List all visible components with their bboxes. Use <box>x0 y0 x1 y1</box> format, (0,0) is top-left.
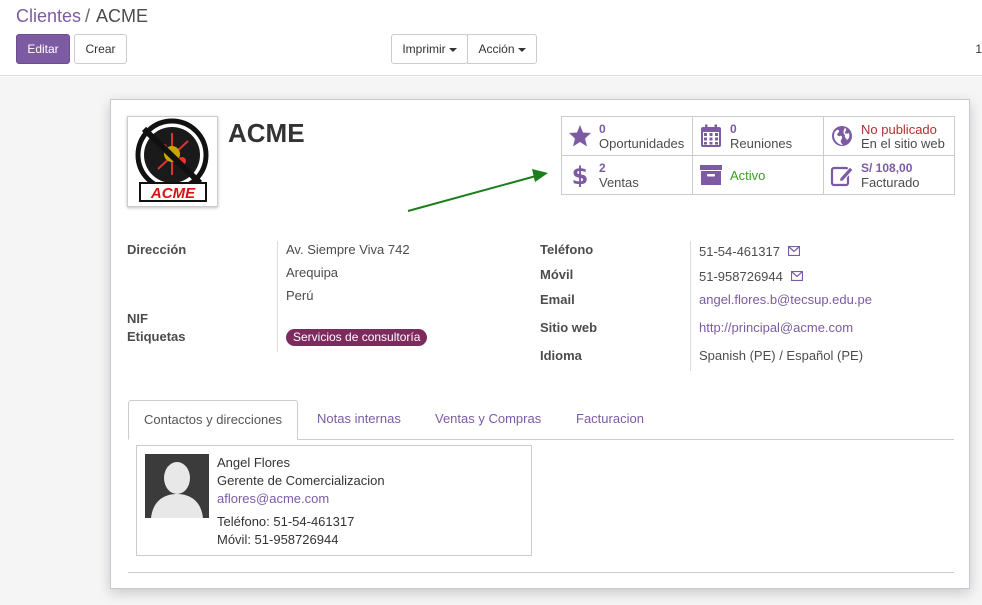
tab-internal-notes[interactable]: Notas internas <box>302 400 416 440</box>
tab-contacts-addresses[interactable]: Contactos y direcciones <box>128 400 299 440</box>
create-button[interactable]: Crear <box>74 34 127 64</box>
invoiced-button[interactable]: S/ 108,00 Facturado <box>824 156 955 195</box>
envelope-icon[interactable] <box>788 246 800 256</box>
contact-function: Gerente de Comercializacion <box>217 473 385 488</box>
pager-value[interactable]: 1 <box>975 42 982 56</box>
contact-phone: Teléfono: 51-54-461317 <box>217 514 355 529</box>
mobile-label: Móvil <box>540 267 574 282</box>
breadcrumb-clientes-link[interactable]: Clientes <box>16 6 81 26</box>
dollar-icon: $ <box>572 163 589 187</box>
language-label: Idioma <box>540 348 582 363</box>
active-toggle-button[interactable]: Activo <box>693 156 824 195</box>
breadcrumb: Clientes / ACME <box>16 6 148 27</box>
action-dropdown-button[interactable]: Acción <box>467 34 537 64</box>
contact-mobile: Móvil: 51-958726944 <box>217 532 339 547</box>
breadcrumb-current: ACME <box>96 6 149 26</box>
form-sheet: ACME ACME 0 Oportunidades 0 Reuniones No… <box>110 99 970 589</box>
website-link[interactable]: http://principal@acme.com <box>699 320 853 335</box>
address-city: Arequipa <box>286 265 339 280</box>
website-field-label: Sitio web <box>540 320 598 335</box>
print-label: Imprimir <box>402 42 446 56</box>
address-street: Av. Siempre Viva 742 <box>286 242 410 257</box>
tab-invoicing[interactable]: Facturacion <box>561 400 659 440</box>
partner-logo[interactable]: ACME <box>127 116 218 207</box>
smart-button-box: 0 Oportunidades 0 Reuniones No publicado… <box>561 116 955 195</box>
phone-label: Teléfono <box>540 242 594 257</box>
archive-icon <box>700 165 722 185</box>
invoiced-label: Facturado <box>861 175 920 190</box>
website-status: No publicado <box>861 122 937 137</box>
edit-icon <box>830 166 854 187</box>
sales-button[interactable]: $ 2 Ventas <box>562 156 693 195</box>
tags-label: Etiquetas <box>127 329 186 344</box>
sales-count: 2 <box>599 161 606 175</box>
website-publish-button[interactable]: No publicado En el sitio web <box>824 117 955 156</box>
website-label: En el sitio web <box>861 136 945 151</box>
person-placeholder-icon <box>145 454 209 518</box>
edit-button[interactable]: Editar <box>16 34 70 64</box>
opportunities-button[interactable]: 0 Oportunidades <box>562 117 693 156</box>
svg-text:$: $ <box>572 163 589 187</box>
vat-label: NIF <box>127 311 148 326</box>
meetings-count: 0 <box>730 122 737 136</box>
contact-email-link[interactable]: aflores@acme.com <box>217 491 329 506</box>
invoiced-amount: S/ 108,00 <box>861 161 913 175</box>
meetings-button[interactable]: 0 Reuniones <box>693 117 824 156</box>
address-label: Dirección <box>127 242 187 257</box>
language-value: Spanish (PE) / Español (PE) <box>699 348 864 363</box>
meetings-label: Reuniones <box>730 136 793 151</box>
control-panel: Clientes / ACME Editar Crear Imprimir Acci… <box>0 0 982 76</box>
contact-avatar <box>145 454 209 518</box>
sheet-bottom-divider <box>128 572 954 573</box>
contact-name: Angel Flores <box>217 455 290 470</box>
address-country: Perú <box>286 288 314 303</box>
chevron-down-icon <box>517 47 526 52</box>
active-label: Activo <box>730 168 766 183</box>
phone-value: 51-54-461317 <box>699 244 780 259</box>
acme-logo-wordmark: ACME <box>150 185 196 202</box>
action-label: Acción <box>478 42 515 56</box>
sales-label: Ventas <box>599 175 639 190</box>
calendar-icon <box>701 124 721 147</box>
print-dropdown-button[interactable]: Imprimir <box>391 34 468 64</box>
email-label: Email <box>540 292 575 307</box>
right-group-divider <box>690 241 691 371</box>
breadcrumb-separator: / <box>85 6 91 26</box>
opportunities-label: Oportunidades <box>599 136 685 151</box>
acme-logo-image: ACME <box>135 118 209 202</box>
partner-name: ACME <box>228 118 305 148</box>
contact-card[interactable]: Angel Flores Gerente de Comercializacion… <box>136 445 532 556</box>
envelope-icon[interactable] <box>791 271 803 281</box>
chevron-down-icon <box>448 47 457 52</box>
mobile-value: 51-958726944 <box>699 269 783 284</box>
opportunities-count: 0 <box>599 122 606 136</box>
tab-sales-purchases[interactable]: Ventas y Compras <box>420 400 556 440</box>
star-icon <box>569 125 591 147</box>
email-link[interactable]: angel.flores.b@tecsup.edu.pe <box>699 292 872 307</box>
globe-icon <box>832 126 852 146</box>
left-group-divider <box>277 241 278 352</box>
tag-badge: Servicios de consultoría <box>286 329 428 346</box>
